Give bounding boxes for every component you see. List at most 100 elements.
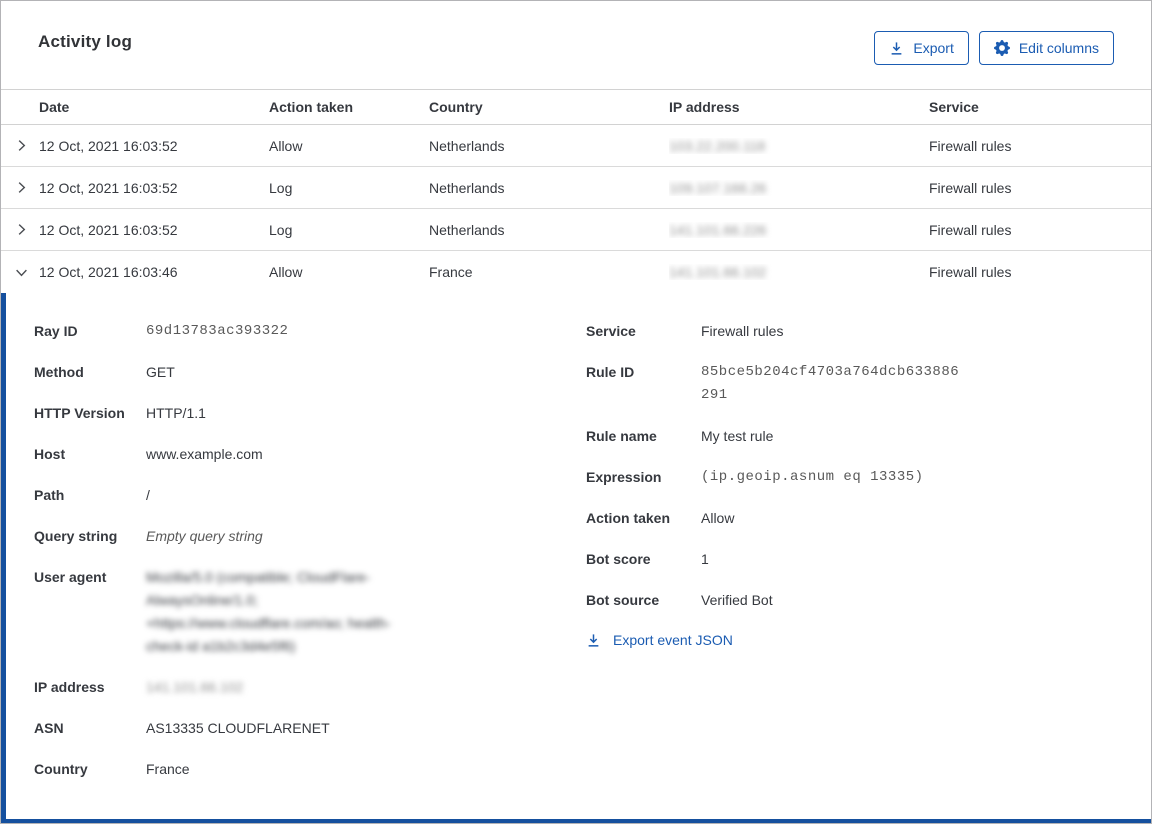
detail-label: Bot score [586,551,651,567]
detail-row-host: Host www.example.com [34,443,586,466]
chevron-right-icon[interactable] [1,138,39,153]
gear-icon [993,40,1010,56]
edit-columns-button[interactable]: Edit columns [978,31,1114,65]
detail-row-method: Method GET [34,361,586,384]
activity-log-table: Date Action taken Country IP address Ser… [1,89,1151,293]
table-row[interactable]: 12 Oct, 2021 16:03:52 Log Netherlands 14… [1,209,1151,251]
column-header-country: Country [429,99,483,115]
table-header-row: Date Action taken Country IP address Ser… [1,89,1151,125]
card-header: Activity log Export Edit columns [1,1,1151,65]
detail-row-ray-id: Ray ID 69d13783ac393322 [34,320,586,343]
detail-row-bot-score: Bot score 1 [586,548,1121,571]
detail-value: 85bce5b204cf4703a764dcb633886291 [701,364,960,403]
detail-label: Ray ID [34,323,78,339]
cell-country: France [429,264,473,280]
export-event-json-label: Export event JSON [613,632,733,648]
detail-row-path: Path / [34,484,586,507]
detail-row-country: Country France [34,758,586,781]
header-actions: Export Edit columns [874,31,1114,65]
chevron-down-icon[interactable] [1,265,39,280]
activity-log-card: Activity log Export Edit columns Date Ac… [0,0,1152,824]
detail-label: Action taken [586,510,671,526]
detail-label: Method [34,364,84,380]
detail-label: HTTP Version [34,405,125,421]
cell-country: Netherlands [429,137,505,154]
edit-columns-button-label: Edit columns [1018,40,1099,56]
table-row-expanded[interactable]: 12 Oct, 2021 16:03:46 Allow France 141.1… [1,251,1151,293]
cell-date: 12 Oct, 2021 16:03:52 [39,137,178,154]
detail-row-rule-name: Rule name My test rule [586,425,1121,448]
detail-value: GET [146,364,175,380]
cell-service: Firewall rules [929,221,1012,238]
detail-value: Allow [701,510,735,526]
detail-row-action-taken: Action taken Allow [586,507,1121,530]
detail-row-service: Service Firewall rules [586,320,1121,343]
download-icon [586,633,601,648]
detail-label: Host [34,446,66,462]
detail-label: Path [34,487,65,503]
detail-value: My test rule [701,428,774,444]
detail-label: Country [34,761,88,777]
detail-value: HTTP/1.1 [146,405,206,421]
detail-value-redacted: 141.101.66.102 [146,679,244,695]
cell-country: Netherlands [429,221,505,238]
detail-row-http-version: HTTP Version HTTP/1.1 [34,402,586,425]
cell-ip-address-redacted: 103.22.200.118 [669,137,766,154]
cell-action-taken: Allow [269,264,303,280]
detail-label: Rule ID [586,364,635,380]
detail-value: www.example.com [146,446,263,462]
cell-action-taken: Allow [269,137,303,154]
detail-right-column: Service Firewall rules Rule ID 85bce5b20… [586,320,1121,799]
cell-date: 12 Oct, 2021 16:03:52 [39,179,178,196]
detail-row-query-string: Query string Empty query string [34,525,586,548]
detail-value: 69d13783ac393322 [146,323,289,339]
detail-value-redacted: Mozilla/5.0 (compatible; CloudFlare-Alwa… [146,569,391,654]
page-title: Activity log [38,32,133,51]
detail-row-bot-source: Bot source Verified Bot [586,589,1121,612]
cell-ip-address-redacted: 141.101.66.102 [669,264,767,280]
detail-value: AS13335 CLOUDFLARENET [146,720,330,736]
cell-date: 12 Oct, 2021 16:03:46 [39,264,178,280]
detail-label: IP address [34,679,105,695]
detail-row-asn: ASN AS13335 CLOUDFLARENET [34,717,586,740]
table-row[interactable]: 12 Oct, 2021 16:03:52 Allow Netherlands … [1,125,1151,167]
detail-value: (ip.geoip.asnum eq 13335) [701,469,924,485]
expanded-event-detail-panel: Ray ID 69d13783ac393322 Method GET HTTP … [1,293,1151,823]
chevron-right-icon[interactable] [1,180,39,195]
detail-label: Service [586,323,636,339]
cell-ip-address-redacted: 141.101.66.226 [669,221,767,238]
cell-service: Firewall rules [929,179,1012,196]
cell-service: Firewall rules [929,264,1012,280]
detail-value: / [146,487,150,503]
detail-value: France [146,761,190,777]
table-row[interactable]: 12 Oct, 2021 16:03:52 Log Netherlands 10… [1,167,1151,209]
export-event-json-link[interactable]: Export event JSON [586,632,733,648]
detail-label: Expression [586,469,662,485]
detail-label: User agent [34,569,107,585]
cell-country: Netherlands [429,179,505,196]
column-header-ip-address: IP address [669,99,740,115]
cell-date: 12 Oct, 2021 16:03:52 [39,221,178,238]
detail-row-expression: Expression (ip.geoip.asnum eq 13335) [586,466,1121,489]
detail-value: Verified Bot [701,592,773,608]
detail-value: Firewall rules [701,323,784,339]
cell-action-taken: Log [269,179,293,196]
cell-ip-address-redacted: 109.107.166.26 [669,179,767,196]
cell-service: Firewall rules [929,137,1012,154]
detail-label: ASN [34,720,64,736]
cell-action-taken: Log [269,221,293,238]
column-header-service: Service [929,99,979,115]
detail-row-rule-id: Rule ID 85bce5b204cf4703a764dcb633886291 [586,361,1121,407]
detail-label: Query string [34,528,118,544]
chevron-right-icon[interactable] [1,222,39,237]
detail-label: Rule name [586,428,657,444]
detail-label: Bot source [586,592,660,608]
detail-value: Empty query string [146,528,263,544]
detail-left-column: Ray ID 69d13783ac393322 Method GET HTTP … [34,320,586,799]
column-header-action-taken: Action taken [269,99,354,115]
export-button[interactable]: Export [874,31,969,65]
detail-row-ip-address: IP address 141.101.66.102 [34,676,586,699]
detail-row-user-agent: User agent Mozilla/5.0 (compatible; Clou… [34,566,586,658]
detail-value: 1 [701,551,709,567]
download-icon [889,41,904,56]
